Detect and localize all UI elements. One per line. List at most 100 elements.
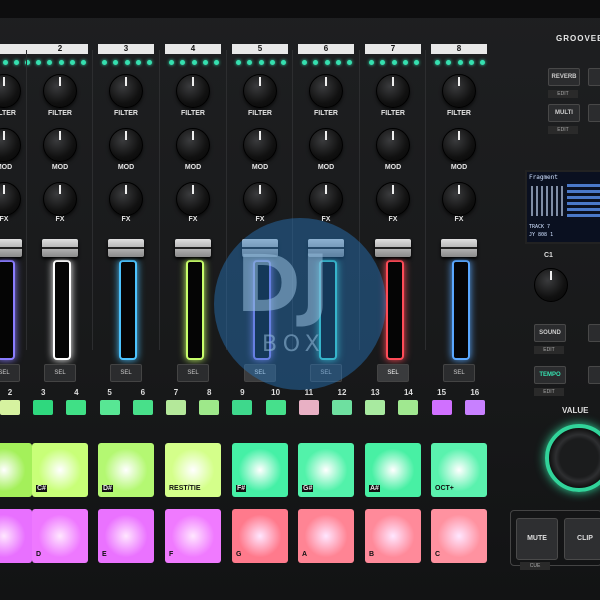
step-button[interactable] [464, 400, 485, 415]
pad-top-7[interactable]: A# [365, 443, 421, 497]
fader-slot [0, 260, 15, 360]
fader-handle[interactable] [441, 239, 477, 257]
mod-knob[interactable] [43, 128, 77, 162]
led [113, 60, 119, 65]
sel-button[interactable]: SEL [443, 364, 475, 382]
channel-strip-3: 3 FILTER MOD FX SEL [98, 44, 164, 382]
tempo-side-button[interactable] [588, 366, 600, 384]
screen-footer-2: JY 808 1 [529, 232, 554, 238]
step-button[interactable] [298, 400, 319, 415]
mute-button[interactable]: MUTE [516, 518, 558, 560]
fader-handle[interactable] [42, 239, 78, 257]
filter-knob[interactable] [442, 74, 476, 108]
fx-knob[interactable] [109, 182, 143, 216]
pad-top-2[interactable]: C# [32, 443, 88, 497]
pad-bottom-3[interactable]: E [98, 509, 154, 563]
step-button[interactable] [365, 400, 386, 415]
multi-button[interactable]: MULTI [548, 104, 580, 122]
led [468, 60, 474, 65]
sel-button[interactable]: SEL [377, 364, 409, 382]
fx-knob[interactable] [176, 182, 210, 216]
mod-label: MOD [450, 164, 468, 171]
filter-knob[interactable] [0, 74, 21, 108]
channel-leds [102, 60, 152, 65]
led [169, 60, 174, 65]
filter-knob[interactable] [176, 74, 210, 108]
fader-slot [53, 260, 71, 360]
step-button[interactable] [332, 400, 352, 415]
sound-button[interactable]: SOUND [534, 324, 566, 342]
pad-bottom-4[interactable]: F [165, 509, 221, 563]
sound-side-button[interactable] [588, 324, 600, 342]
filter-knob[interactable] [243, 74, 277, 108]
filter-knob[interactable] [43, 74, 77, 108]
sel-button[interactable]: SEL [177, 364, 209, 382]
c1-knob[interactable] [534, 268, 568, 302]
fx-knob[interactable] [309, 182, 343, 216]
pad-top-5[interactable]: F# [232, 443, 288, 497]
fader-handle[interactable] [108, 239, 144, 257]
step-button[interactable] [166, 400, 186, 415]
value-encoder-knob[interactable] [545, 424, 600, 492]
step-button[interactable] [265, 400, 286, 415]
sel-button[interactable]: SEL [0, 364, 20, 382]
mod-label: MOD [317, 164, 335, 171]
multi-side-button[interactable] [588, 104, 600, 122]
pad-bottom-6[interactable]: A [298, 509, 354, 563]
filter-knob[interactable] [109, 74, 143, 108]
step-button[interactable] [33, 400, 54, 415]
filter-label: FILTER [181, 110, 205, 117]
step-button[interactable] [132, 400, 153, 415]
step-button[interactable] [199, 400, 220, 415]
filter-label: FILTER [114, 110, 138, 117]
pad-top-8[interactable]: OCT+ [431, 443, 487, 497]
pad-top-1[interactable] [0, 443, 32, 497]
fader-handle[interactable] [175, 239, 211, 257]
pad-bottom-7[interactable]: B [365, 509, 421, 563]
mod-knob[interactable] [176, 128, 210, 162]
fx-knob[interactable] [442, 182, 476, 216]
reverb-button[interactable]: REVERB [548, 68, 580, 86]
pad-bottom-2[interactable]: D [32, 509, 88, 563]
mod-knob[interactable] [0, 128, 21, 162]
step-button[interactable] [99, 400, 120, 415]
sel-button[interactable]: SEL [110, 364, 142, 382]
mod-knob[interactable] [309, 128, 343, 162]
pad-top-4[interactable]: REST/TIE [165, 443, 221, 497]
led [2, 60, 8, 65]
fader-handle[interactable] [375, 239, 411, 257]
step-number: 15 [437, 388, 447, 397]
channel-number-label: 4 [165, 44, 221, 54]
step-button[interactable] [0, 400, 20, 415]
pad-bottom-1[interactable] [0, 509, 32, 563]
pad-label: A# [369, 485, 380, 492]
pad-bottom-8[interactable]: C [431, 509, 487, 563]
fx-knob[interactable] [376, 182, 410, 216]
mod-knob[interactable] [109, 128, 143, 162]
step-button[interactable] [431, 400, 452, 415]
fx-knob[interactable] [43, 182, 77, 216]
step-button[interactable] [232, 400, 253, 415]
clip-button[interactable]: CLIP [564, 518, 600, 560]
channel-leds [236, 60, 286, 65]
pad-bottom-5[interactable]: G [232, 509, 288, 563]
reverb-side-button[interactable] [588, 68, 600, 86]
sel-button[interactable]: SEL [44, 364, 76, 382]
fx-knob[interactable] [243, 182, 277, 216]
tempo-button[interactable]: TEMPO [534, 366, 566, 384]
filter-knob[interactable] [309, 74, 343, 108]
filter-knob[interactable] [376, 74, 410, 108]
led [457, 60, 463, 65]
pad-label: REST/TIE [169, 485, 201, 492]
fx-knob[interactable] [0, 182, 21, 216]
step-button[interactable] [66, 400, 87, 415]
step-button[interactable] [398, 400, 419, 415]
mod-knob[interactable] [376, 128, 410, 162]
channel-leds [36, 60, 86, 65]
pad-label: A [302, 551, 308, 558]
mod-knob[interactable] [442, 128, 476, 162]
fader-handle[interactable] [0, 239, 22, 257]
mod-knob[interactable] [243, 128, 277, 162]
pad-top-6[interactable]: G# [298, 443, 354, 497]
pad-top-3[interactable]: D# [98, 443, 154, 497]
